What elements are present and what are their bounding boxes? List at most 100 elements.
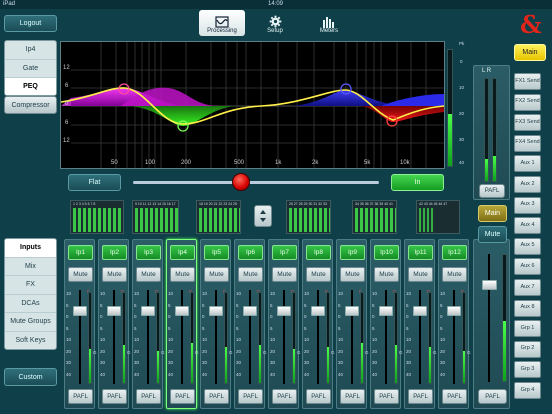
send-button[interactable]: Aux 6 [514,258,541,276]
nav-dcas[interactable]: DCAs [5,295,56,313]
channel-fader[interactable] [141,305,155,316]
clock: 14:09 [268,1,284,7]
fader-scale-label: 5 [304,302,307,308]
channel-mute-button[interactable]: Mute [68,267,93,282]
tab-meters[interactable]: Meters [306,10,352,36]
channel-mute-button[interactable]: Mute [442,267,467,282]
tab-setup[interactable]: Setup [252,10,298,36]
nav-soft-keys[interactable]: Soft Keys [5,332,56,350]
eq-graph[interactable]: 12 6 0 6 12 50 100 200 500 1k 2k 5k 10k [60,41,445,169]
channel-mute-button[interactable]: Mute [102,267,127,282]
fader-scale-label: 40 [66,371,72,377]
channel-meter [428,292,432,384]
nav-mute-groups[interactable]: Mute Groups [5,313,56,332]
menu-item-peq[interactable]: PEQ [5,78,56,95]
channel-mute-button[interactable]: Mute [272,267,297,282]
channel-pafl-button[interactable]: PAFL [272,389,297,404]
nav-inputs[interactable]: Inputs [5,239,56,258]
channel-name-button[interactable]: Ip2 [102,245,127,260]
custom-button[interactable]: Custom [4,368,57,386]
channel-mute-button[interactable]: Mute [204,267,229,282]
channel-name-button[interactable]: Ip8 [306,245,331,260]
channel-fader[interactable] [345,305,359,316]
channel-fader[interactable] [277,305,291,316]
eq-y-tick: 0 [65,101,69,107]
fader-scale-label: 10 [202,337,208,342]
menu-item-input[interactable]: Ip4 [5,41,56,60]
send-button[interactable]: Aux 3 [514,196,541,214]
channel-meter [190,292,194,384]
send-button[interactable]: Aux 8 [514,299,541,317]
channel-name-button[interactable]: Ip12 [442,245,467,260]
master-pafl-button[interactable]: PAFL [478,389,507,404]
channel-mute-button[interactable]: Mute [136,267,161,282]
channel-pafl-button[interactable]: PAFL [68,389,93,404]
channel-pafl-button[interactable]: PAFL [306,389,331,404]
channel-pafl-button[interactable]: PAFL [102,389,127,404]
master-main-label[interactable]: Main [478,205,507,222]
nav-fx[interactable]: FX [5,276,56,295]
eq-slider-knob[interactable] [232,173,250,191]
main-pafl-button[interactable]: PAFL [479,184,505,198]
channel-pafl-button[interactable]: PAFL [238,389,263,404]
send-button[interactable]: FX3 Send [514,114,541,132]
send-button[interactable]: Grp 3 [514,361,541,379]
channel-name-button[interactable]: Ip7 [272,245,297,260]
tab-processing[interactable]: Processing [199,10,245,36]
send-button[interactable]: Grp 1 [514,320,541,338]
send-button[interactable]: FX4 Send [514,134,541,152]
channel-name-button[interactable]: Ip4 [170,245,195,260]
channel-pafl-button[interactable]: PAFL [136,389,161,404]
channel-name-button[interactable]: Ip6 [238,245,263,260]
channel-fader[interactable] [209,305,223,316]
channel-fader[interactable] [311,305,325,316]
channel-pafl-button[interactable]: PAFL [340,389,365,404]
menu-item-gate[interactable]: Gate [5,60,56,78]
master-mute-button[interactable]: Mute [478,226,507,243]
gain-indicator: G [331,350,335,355]
send-button[interactable]: Aux 5 [514,237,541,255]
channel-mute-button[interactable]: Mute [340,267,365,282]
channel-mute-button[interactable]: Mute [238,267,263,282]
channel-pafl-button[interactable]: PAFL [204,389,229,404]
master-fader[interactable] [482,280,497,290]
logout-button[interactable]: Logout [4,15,57,32]
channel-name-button[interactable]: Ip5 [204,245,229,260]
send-button[interactable]: Aux 4 [514,217,541,235]
channel-fader[interactable] [243,305,257,316]
nav-mix[interactable]: Mix [5,258,56,276]
send-button[interactable]: Aux 7 [514,279,541,296]
channel-mute-button[interactable]: Mute [306,267,331,282]
channel-pafl-button[interactable]: PAFL [374,389,399,404]
channel-name-button[interactable]: Ip11 [408,245,433,260]
channel-pafl-button[interactable]: PAFL [442,389,467,404]
channel-pafl-button[interactable]: PAFL [408,389,433,404]
flat-button[interactable]: Flat [68,174,121,191]
channel-fader[interactable] [413,305,427,316]
menu-item-compressor[interactable]: Compressor [4,96,57,114]
channel-fader[interactable] [447,305,461,316]
eq-in-button[interactable]: In [391,174,444,191]
channel-fader[interactable] [175,305,189,316]
channel-mute-button[interactable]: Mute [408,267,433,282]
send-button[interactable]: Aux 1 [514,155,541,173]
channel-fader[interactable] [107,305,121,316]
channel-name-button[interactable]: Ip1 [68,245,93,260]
channel-fader[interactable] [379,305,393,316]
channel-name-button[interactable]: Ip9 [340,245,365,260]
eq-slider-track[interactable] [133,181,379,184]
send-button[interactable]: FX2 Send [514,93,541,111]
master-meter [502,254,507,382]
channel-mute-button[interactable]: Mute [374,267,399,282]
channel-name-button[interactable]: Ip10 [374,245,399,260]
send-button[interactable]: Grp 2 [514,340,541,358]
send-button[interactable]: Grp 4 [514,382,541,399]
channel-name-button[interactable]: Ip3 [136,245,161,260]
bank-scroll-button[interactable] [254,205,272,227]
channel-fader[interactable] [73,305,87,316]
send-button[interactable]: FX1 Send [514,73,541,90]
send-button[interactable]: Aux 2 [514,176,541,193]
channel-mute-button[interactable]: Mute [170,267,195,282]
channel-pafl-button[interactable]: PAFL [170,389,195,404]
main-mix-button[interactable]: Main [514,44,546,61]
